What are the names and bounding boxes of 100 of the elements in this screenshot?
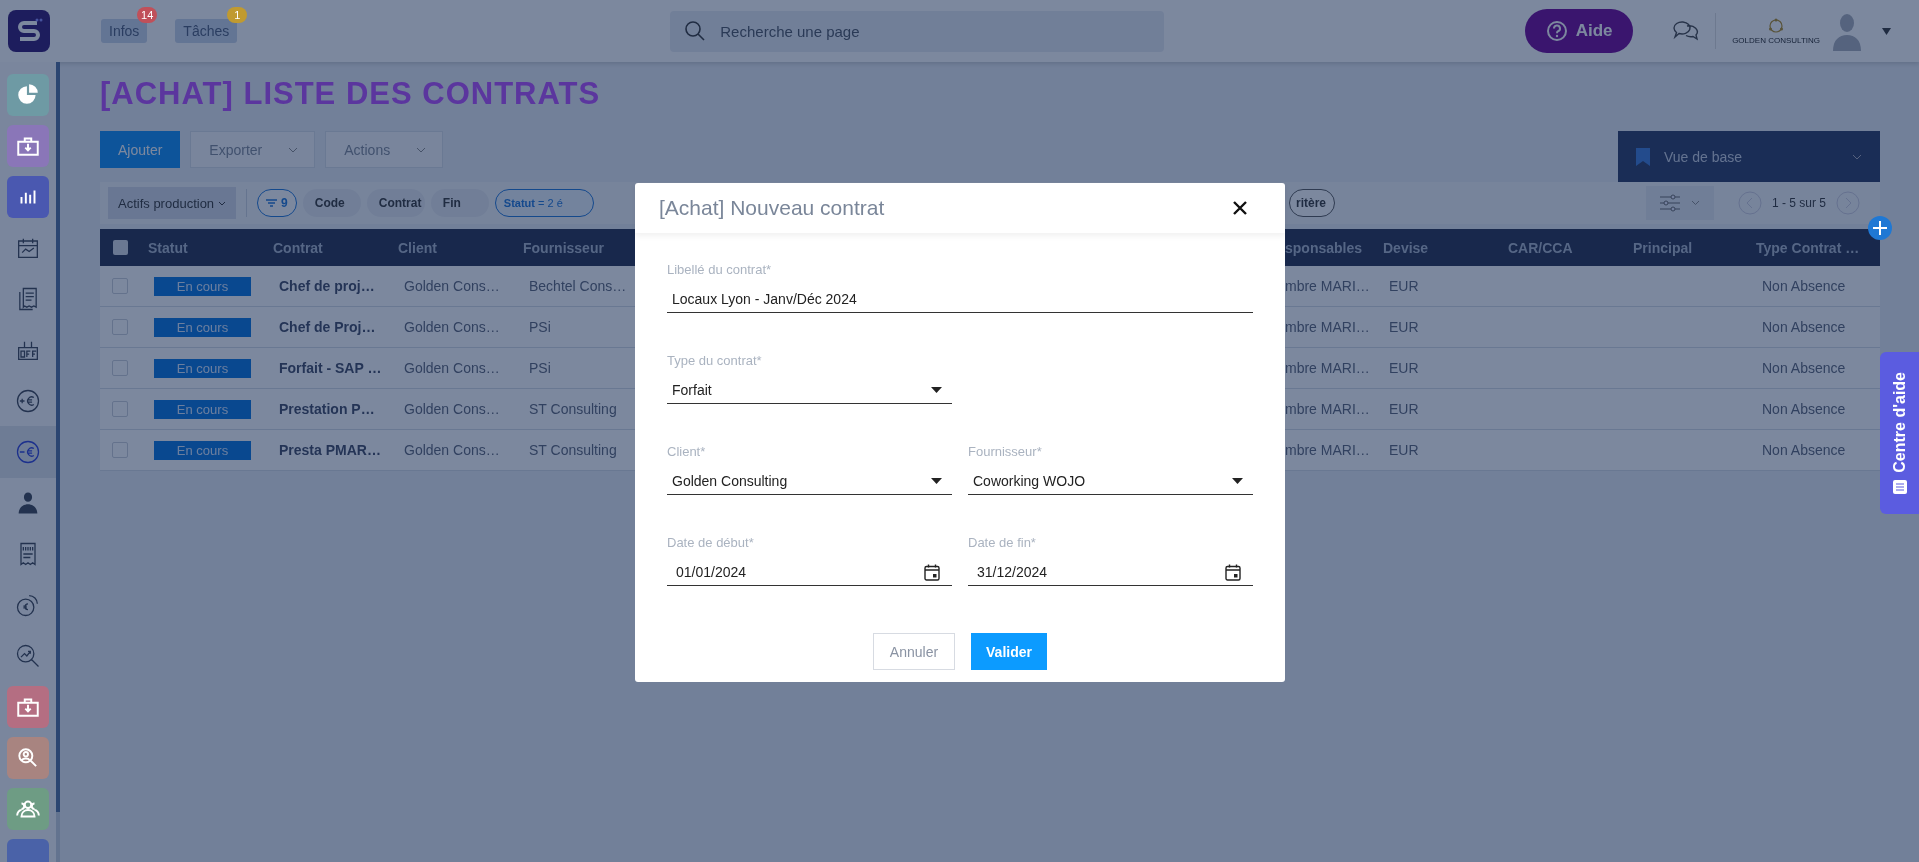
column-header[interactable]: Devise — [1383, 239, 1429, 256]
field-label: Type du contrat* — [667, 353, 763, 368]
table-cell: Golden Cons… — [404, 278, 500, 294]
table-cell: Golden Cons… — [404, 401, 500, 417]
field-label: Date de début* — [667, 535, 755, 550]
chevron-down-icon — [218, 200, 227, 206]
table-cell: mbre MARI… — [1285, 360, 1370, 376]
settings-dropdown[interactable] — [1645, 186, 1714, 220]
dropdown-caret-icon — [1232, 478, 1243, 484]
help-button[interactable]: Aide — [1525, 9, 1634, 53]
sidebar-item[interactable] — [7, 74, 49, 116]
filter-chip[interactable]: Statut = 2 é — [494, 189, 594, 217]
sidebar-item[interactable] — [7, 686, 49, 728]
book-icon — [1892, 480, 1907, 495]
table-cell: ST Consulting — [529, 401, 617, 417]
column-header[interactable]: Principal — [1633, 239, 1693, 256]
view-selector[interactable]: Vue de base — [1618, 131, 1880, 182]
table-cell: Golden Cons… — [404, 319, 500, 335]
sidebar-item[interactable] — [7, 737, 49, 779]
column-header[interactable]: Statut — [148, 239, 188, 256]
column-header[interactable]: CAR/CCA — [1508, 239, 1573, 256]
help-icon — [1545, 20, 1568, 42]
status-badge: En cours — [154, 317, 251, 337]
scrollbar[interactable] — [56, 62, 60, 812]
pagination-text: 1 - 5 sur 5 — [1771, 196, 1826, 210]
dropdown-caret-icon — [931, 387, 942, 393]
row-checkbox[interactable] — [112, 319, 128, 335]
sidebar-item[interactable] — [0, 426, 56, 478]
column-header[interactable]: Client — [398, 239, 437, 256]
row-checkbox[interactable] — [112, 278, 128, 294]
column-header[interactable]: Fournisseur — [523, 239, 604, 256]
close-icon[interactable] — [1233, 201, 1247, 215]
date-field[interactable]: 01/01/2024 — [667, 559, 952, 586]
date-field[interactable]: 31/12/2024 — [968, 559, 1253, 586]
search-input[interactable]: Recherche une page — [718, 21, 1165, 41]
text-field[interactable]: Locaux Lyon - Janv/Déc 2024 — [667, 286, 1253, 313]
count-badge: 14 — [137, 7, 158, 23]
minus-euro-icon — [14, 438, 42, 466]
table-cell: EUR — [1389, 278, 1419, 294]
sidebar-item[interactable] — [7, 176, 49, 218]
column-header[interactable]: Type Contrat … — [1756, 239, 1860, 256]
column-header[interactable]: sponsables — [1285, 239, 1363, 256]
table-cell: EUR — [1389, 442, 1419, 458]
table-cell: Golden Cons… — [404, 442, 500, 458]
chevron-down-icon — [416, 146, 427, 153]
table-cell: Prestation P… — [279, 401, 375, 417]
search-icon — [684, 20, 707, 42]
column-header[interactable]: Contrat — [273, 239, 323, 256]
chevron-down-icon — [1691, 200, 1701, 206]
notification-button[interactable]: Tâches — [175, 19, 238, 43]
row-checkbox[interactable] — [112, 360, 128, 376]
filter-chip[interactable]: Code — [302, 189, 361, 217]
filter-chip[interactable]: Fin — [430, 189, 489, 217]
table-cell: Non Absence — [1762, 401, 1846, 417]
table-cell: ST Consulting — [529, 442, 617, 458]
filter-chip[interactable]: 9 — [257, 189, 297, 217]
company-logo-icon — [1767, 17, 1786, 34]
select-field[interactable]: Golden Consulting — [667, 468, 952, 495]
preset-dropdown[interactable]: Actifs production — [108, 187, 237, 219]
row-checkbox[interactable] — [112, 401, 128, 417]
chevron-down-icon — [288, 146, 299, 153]
caret-icon[interactable] — [1882, 27, 1891, 35]
row-checkbox[interactable] — [112, 442, 128, 458]
app-logo-icon[interactable] — [8, 10, 50, 52]
search-field[interactable]: Recherche une page — [670, 10, 1165, 52]
toolbar-button[interactable]: Exporter — [190, 131, 316, 168]
status-badge: En cours — [154, 440, 251, 460]
add-icon[interactable] — [1868, 216, 1892, 240]
status-badge: En cours — [154, 399, 251, 419]
avatar-icon[interactable] — [1832, 11, 1862, 51]
table-cell: Golden Cons… — [404, 360, 500, 376]
table-cell: Bechtel Cons… — [529, 278, 627, 294]
page-title: [ACHAT] LISTE DES CONTRATS — [100, 76, 602, 112]
filter-chip[interactable]: ritère — [1288, 189, 1335, 217]
field-label: Client* — [667, 444, 707, 459]
table-cell: PSi — [529, 360, 551, 376]
bookmark-icon — [1636, 147, 1650, 166]
status-badge: En cours — [154, 276, 251, 296]
help-center-tab[interactable]: Centre d'aide — [1880, 352, 1919, 514]
select-field[interactable]: Coworking WOJO — [968, 468, 1253, 495]
notification-button[interactable]: Infos — [101, 19, 148, 43]
table-cell: mbre MARI… — [1285, 401, 1370, 417]
table-cell: mbre MARI… — [1285, 319, 1370, 335]
table-cell: Chef de Proj… — [279, 319, 376, 335]
calendar-icon — [924, 563, 940, 581]
toolbar-button[interactable]: Ajouter — [100, 131, 181, 168]
table-cell: Non Absence — [1762, 319, 1846, 335]
toolbar-button[interactable]: Actions — [325, 131, 444, 168]
table-cell: mbre MARI… — [1285, 278, 1370, 294]
filter-chip[interactable]: Contrat — [366, 189, 425, 217]
select-field[interactable]: Forfait — [667, 377, 952, 404]
table-cell: Presta PMAR… — [279, 442, 381, 458]
sidebar-item[interactable] — [7, 788, 49, 830]
sidebar-item[interactable] — [7, 125, 49, 167]
table-cell: EUR — [1389, 360, 1419, 376]
sliders-icon — [1659, 194, 1682, 212]
select-all-checkbox[interactable] — [112, 240, 128, 255]
field-label: Date de fin* — [968, 535, 1037, 550]
dialog-button[interactable]: Annuler — [873, 633, 955, 670]
dialog-button[interactable]: Valider — [971, 633, 1047, 670]
